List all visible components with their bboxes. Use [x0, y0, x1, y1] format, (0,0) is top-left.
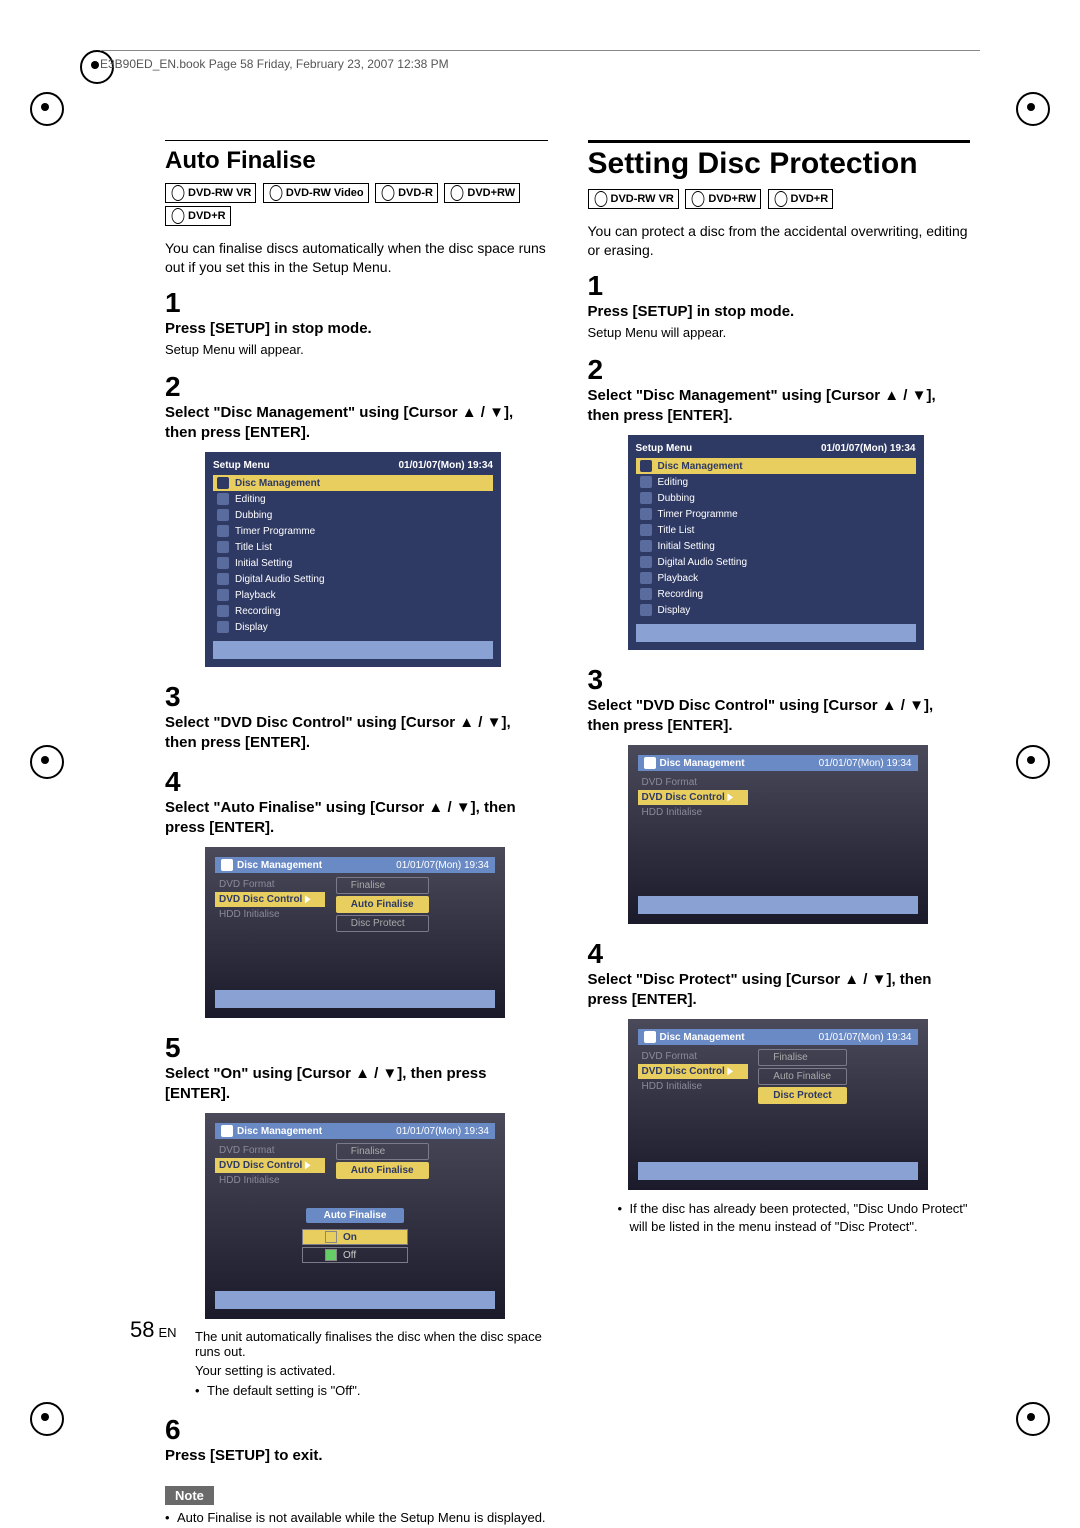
step-number: 4 [588, 938, 614, 970]
arrow-right-icon: ▸ [305, 1158, 310, 1173]
crop-mark [1016, 745, 1050, 779]
step-title: Select "Disc Management" using [Cursor ▲… [165, 403, 518, 442]
step-title: Select "Disc Management" using [Cursor ▲… [588, 386, 941, 425]
auto-finalise-heading: Auto Finalise [165, 147, 548, 175]
crop-mark [30, 92, 64, 126]
menu-item-icon [640, 540, 652, 552]
menu-item-icon [217, 557, 229, 569]
menu-item-icon [640, 524, 652, 536]
step-note: If the disc has already been protected, … [618, 1200, 971, 1235]
step-title: Select "DVD Disc Control" using [Cursor … [588, 696, 941, 735]
disc-icon [644, 757, 656, 769]
disc-badges: DVD-RW VR DVD-RW Video DVD-R DVD+RW DVD+… [165, 183, 548, 229]
menu-item-icon [640, 492, 652, 504]
menu-item-icon [640, 476, 652, 488]
step-number: 2 [588, 354, 614, 386]
disc-icon [221, 859, 233, 871]
step-number: 5 [165, 1032, 191, 1064]
menu-item-icon [217, 589, 229, 601]
arrow-right-icon: ▸ [305, 892, 310, 907]
note-text: Auto Finalise is not available while the… [165, 1509, 548, 1527]
menu-item-icon [640, 588, 652, 600]
step-note: The default setting is "Off". [195, 1382, 548, 1400]
crop-mark [30, 745, 64, 779]
disc-icon [644, 1031, 656, 1043]
page-number: 58EN [130, 1317, 177, 1343]
menu-item-icon [640, 572, 652, 584]
menu-item-icon [640, 604, 652, 616]
disc-mgmt-screenshot: Disc Management01/01/07(Mon) 19:34 DVD F… [628, 745, 928, 924]
step-title: Select "Auto Finalise" using [Cursor ▲ /… [165, 798, 518, 837]
step-number: 3 [165, 681, 191, 713]
disc-protect-screenshot: Disc Management01/01/07(Mon) 19:34 DVD F… [628, 1019, 928, 1190]
step-number: 2 [165, 371, 191, 403]
note-label: Note [165, 1486, 214, 1505]
step-number: 3 [588, 664, 614, 696]
doc-header: E3B90ED_EN.book Page 58 Friday, February… [100, 50, 980, 71]
disc-badges: DVD-RW VR DVD+RW DVD+R [588, 189, 971, 212]
step-subtitle: Setup Menu will appear. [588, 325, 941, 340]
menu-item-icon [217, 525, 229, 537]
disc-icon [221, 1125, 233, 1137]
step-note: Your setting is activated. [195, 1363, 548, 1378]
step-title: Select "DVD Disc Control" using [Cursor … [165, 713, 518, 752]
step-title: Press [SETUP] in stop mode. [165, 319, 518, 339]
left-column: Auto Finalise DVD-RW VR DVD-RW Video DVD… [165, 140, 548, 1526]
menu-item-icon [640, 508, 652, 520]
step-title: Select "On" using [Cursor ▲ / ▼], then p… [165, 1064, 518, 1103]
step-number: 6 [165, 1414, 191, 1446]
disc-icon [217, 477, 229, 489]
menu-item-icon [217, 493, 229, 505]
checkbox-icon [325, 1231, 337, 1243]
step-note: The unit automatically finalises the dis… [195, 1329, 548, 1359]
right-column: Setting Disc Protection DVD-RW VR DVD+RW… [588, 140, 971, 1526]
disc-mgmt-screenshot: Disc Management01/01/07(Mon) 19:34 DVD F… [205, 847, 505, 1018]
intro-text: You can finalise discs automatically whe… [165, 239, 548, 277]
menu-item-icon [217, 621, 229, 633]
crop-mark [1016, 1402, 1050, 1436]
step-number: 1 [588, 270, 614, 302]
setup-menu-screenshot: Setup Menu01/01/07(Mon) 19:34 Disc Manag… [205, 452, 501, 667]
step-title: Press [SETUP] in stop mode. [588, 302, 941, 322]
menu-item-icon [217, 573, 229, 585]
menu-item-icon [640, 556, 652, 568]
setting-disc-protection-heading: Setting Disc Protection [588, 147, 971, 181]
crop-mark [30, 1402, 64, 1436]
arrow-right-icon: ▸ [728, 790, 733, 805]
menu-item-icon [217, 541, 229, 553]
intro-text: You can protect a disc from the accident… [588, 222, 971, 260]
crop-mark [1016, 92, 1050, 126]
checkbox-icon [325, 1249, 337, 1261]
step-subtitle: Setup Menu will appear. [165, 342, 518, 357]
menu-item-icon [217, 509, 229, 521]
step-number: 4 [165, 766, 191, 798]
setup-menu-screenshot: Setup Menu01/01/07(Mon) 19:34 Disc Manag… [628, 435, 924, 650]
disc-icon [640, 460, 652, 472]
step-title: Press [SETUP] to exit. [165, 1446, 518, 1466]
auto-finalise-popup-screenshot: Disc Management01/01/07(Mon) 19:34 DVD F… [205, 1113, 505, 1319]
arrow-right-icon: ▸ [728, 1064, 733, 1079]
step-title: Select "Disc Protect" using [Cursor ▲ / … [588, 970, 941, 1009]
step-number: 1 [165, 287, 191, 319]
menu-item-icon [217, 605, 229, 617]
